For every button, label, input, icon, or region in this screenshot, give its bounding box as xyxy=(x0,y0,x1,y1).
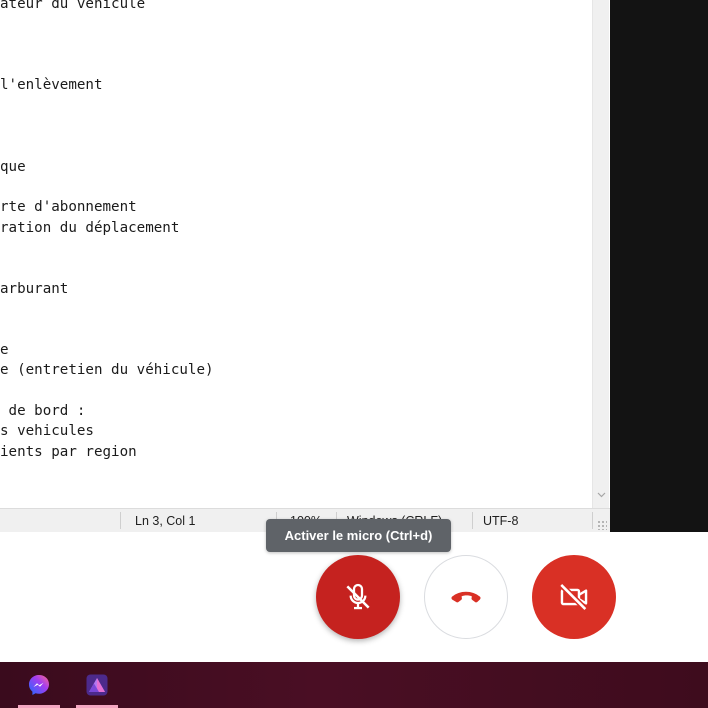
unmute-microphone-button[interactable] xyxy=(316,555,400,639)
editor-line: ients par region xyxy=(0,443,137,460)
status-separator xyxy=(472,512,473,529)
affinity-photo-icon xyxy=(86,674,108,696)
editor-line: e xyxy=(0,341,9,358)
editor-line: l'enlèvement xyxy=(0,77,103,94)
taskbar-app-affinity-photo[interactable] xyxy=(76,662,118,708)
vertical-scrollbar[interactable] xyxy=(592,0,609,508)
editor-line: que xyxy=(0,158,26,175)
cursor-position: Ln 3, Col 1 xyxy=(135,514,196,528)
editor-line: e (entretien du véhicule) xyxy=(0,362,214,379)
encoding: UTF-8 xyxy=(483,514,519,528)
editor-line: arburant xyxy=(0,280,69,297)
phone-hangup-icon xyxy=(451,591,481,603)
camera-off-icon xyxy=(559,582,588,612)
turn-on-camera-button[interactable] xyxy=(532,555,616,639)
scroll-down-arrow-icon[interactable] xyxy=(597,490,606,499)
resize-grip-icon[interactable] xyxy=(597,520,607,530)
microphone-tooltip: Activer le micro (Ctrl+d) xyxy=(266,519,451,552)
status-separator xyxy=(120,512,121,529)
editor-line: ration du déplacement xyxy=(0,219,180,236)
taskbar-app-messenger[interactable] xyxy=(18,662,60,708)
hang-up-button[interactable] xyxy=(424,555,508,639)
status-separator xyxy=(592,512,593,529)
editor-line: ateur du véhicule xyxy=(0,0,146,12)
text-editor-area[interactable]: ateur du véhicule l'enlèvement que rte d'ab… xyxy=(0,0,592,508)
editor-line: s vehicules xyxy=(0,423,94,440)
editor-line: de bord : xyxy=(0,402,86,419)
messenger-icon xyxy=(29,675,49,695)
mic-off-icon xyxy=(346,583,370,610)
editor-line: rte d'abonnement xyxy=(0,199,137,216)
dark-background-panel xyxy=(610,0,708,532)
editor-text[interactable]: ateur du véhicule l'enlèvement que rte d'ab… xyxy=(0,0,214,462)
taskbar xyxy=(0,662,708,708)
